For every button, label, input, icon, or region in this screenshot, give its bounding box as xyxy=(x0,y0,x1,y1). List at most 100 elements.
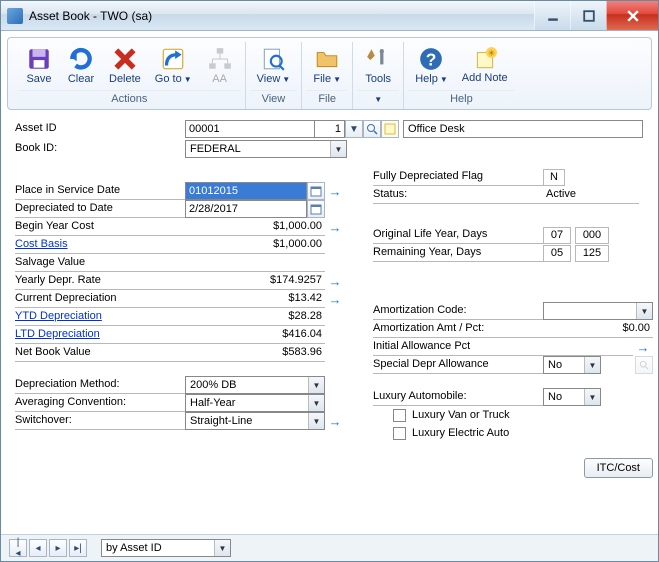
chevron-down-icon: ▼ xyxy=(584,357,600,373)
nav-last[interactable]: ▸| xyxy=(69,539,87,557)
amortization-amt-value[interactable]: $0.00 xyxy=(543,321,653,338)
luxury-auto-label: Luxury Automobile: xyxy=(373,389,543,406)
switchover-expand[interactable]: → xyxy=(325,412,345,430)
switchover-label: Switchover: xyxy=(15,413,185,430)
cost-basis-value: $1,000.00 xyxy=(185,237,325,254)
yearly-depr-rate-expand[interactable]: → xyxy=(325,272,345,290)
close-button[interactable] xyxy=(606,1,658,30)
current-depr-label: Current Depreciation xyxy=(15,291,185,308)
initial-allowance-expand[interactable]: → xyxy=(633,338,653,356)
sort-by-combo[interactable]: by Asset ID ▼ xyxy=(101,539,231,557)
switchover-combo[interactable]: Straight-Line ▼ xyxy=(185,412,325,430)
chevron-down-icon: ▼ xyxy=(330,141,346,157)
depreciated-to-input[interactable] xyxy=(185,200,307,218)
asset-description[interactable] xyxy=(403,120,643,138)
chevron-down-icon: ▼ xyxy=(282,75,290,84)
clear-button[interactable]: Clear xyxy=(60,42,102,88)
titlebar: Asset Book - TWO (sa) xyxy=(1,1,658,31)
salvage-value-label: Salvage Value xyxy=(15,255,185,272)
group-label-help: Help xyxy=(408,90,514,109)
begin-year-cost-expand[interactable]: → xyxy=(325,218,345,236)
help-button[interactable]: ? Help▼ xyxy=(408,42,455,88)
remaining-life-label: Remaining Year, Days xyxy=(373,245,543,262)
delete-button[interactable]: Delete xyxy=(102,42,148,88)
save-button[interactable]: Save xyxy=(18,42,60,88)
folder-icon xyxy=(313,45,341,73)
asset-note-button[interactable] xyxy=(381,120,399,138)
group-label-file: File xyxy=(306,90,348,109)
view-button[interactable]: View▼ xyxy=(250,42,298,88)
delete-icon xyxy=(111,45,139,73)
amortization-code-combo[interactable]: ▼ xyxy=(543,302,653,320)
left-column: Place in Service Date → Depreciated to D… xyxy=(15,168,345,478)
luxury-van-checkbox[interactable] xyxy=(393,409,406,422)
search-icon xyxy=(366,123,378,135)
begin-year-cost-label: Begin Year Cost xyxy=(15,219,185,236)
note-icon xyxy=(384,123,396,135)
chevron-down-icon: ▼ xyxy=(184,75,192,84)
current-depr-expand[interactable]: → xyxy=(325,290,345,308)
amortization-code-label: Amortization Code: xyxy=(373,303,543,320)
asset-book-window: Asset Book - TWO (sa) xyxy=(0,0,659,562)
original-life-days[interactable]: 000 xyxy=(575,227,609,244)
chevron-down-icon: ▼ xyxy=(440,75,448,84)
help-icon: ? xyxy=(417,45,445,73)
svg-text:✳: ✳ xyxy=(488,48,496,58)
book-id-label: Book ID: xyxy=(15,141,185,158)
original-life-year[interactable]: 07 xyxy=(543,227,571,244)
goto-icon xyxy=(159,45,187,73)
view-icon xyxy=(259,45,287,73)
fully-depreciated-value: N xyxy=(543,169,565,186)
asset-id-label: Asset ID xyxy=(15,121,185,138)
depreciated-to-calendar[interactable] xyxy=(307,200,325,218)
remaining-life-year[interactable]: 05 xyxy=(543,245,571,262)
itc-cost-button[interactable]: ITC/Cost xyxy=(584,458,653,478)
chevron-down-icon: ▼ xyxy=(636,303,652,319)
chevron-down-icon: ▼ xyxy=(308,395,324,411)
place-in-service-calendar[interactable] xyxy=(307,182,325,200)
current-depr-value[interactable]: $13.42 xyxy=(185,291,325,308)
cost-basis-link[interactable]: Cost Basis xyxy=(15,237,185,254)
special-depr-combo[interactable]: No ▼ xyxy=(543,356,601,374)
add-note-icon: ✳ xyxy=(471,45,499,73)
place-in-service-input[interactable] xyxy=(185,182,307,200)
depr-method-combo[interactable]: 200% DB ▼ xyxy=(185,376,325,394)
ltd-depr-link[interactable]: LTD Depreciation xyxy=(15,327,185,344)
asset-id-dropdown[interactable]: ▼ xyxy=(345,120,363,138)
luxury-auto-combo[interactable]: No ▼ xyxy=(543,388,601,406)
nav-prev[interactable]: ◂ xyxy=(29,539,47,557)
calendar-icon xyxy=(310,185,322,197)
place-in-service-expand[interactable]: → xyxy=(325,182,345,200)
fully-depreciated-label: Fully Depreciated Flag xyxy=(373,169,543,186)
goto-button[interactable]: Go to▼ xyxy=(148,42,199,88)
yearly-depr-rate-value[interactable]: $174.9257 xyxy=(185,273,325,290)
book-id-combo[interactable]: FEDERAL ▼ xyxy=(185,140,347,158)
asset-id-lookup[interactable] xyxy=(363,120,381,138)
net-book-value-label: Net Book Value xyxy=(15,345,185,362)
file-button[interactable]: File▼ xyxy=(306,42,348,88)
nav-first[interactable]: |◂ xyxy=(9,539,27,557)
original-life-label: Original Life Year, Days xyxy=(373,227,543,244)
depr-method-label: Depreciation Method: xyxy=(15,377,185,394)
depreciated-to-label: Depreciated to Date xyxy=(15,201,185,218)
initial-allowance-value[interactable] xyxy=(543,339,633,356)
nav-next[interactable]: ▸ xyxy=(49,539,67,557)
begin-year-cost-value[interactable]: $1,000.00 xyxy=(185,219,325,236)
status-value: Active xyxy=(543,187,639,204)
add-note-button[interactable]: ✳ Add Note xyxy=(455,42,515,88)
averaging-convention-combo[interactable]: Half-Year ▼ xyxy=(185,394,325,412)
amortization-amt-label: Amortization Amt / Pct: xyxy=(373,321,543,338)
chevron-down-icon[interactable]: ▼ xyxy=(374,95,382,104)
tools-button[interactable]: Tools xyxy=(357,42,399,88)
luxury-electric-checkbox[interactable] xyxy=(393,427,406,440)
asset-suffix-input[interactable] xyxy=(315,120,345,138)
search-icon xyxy=(639,360,649,370)
minimize-button[interactable] xyxy=(534,1,570,30)
maximize-button[interactable] xyxy=(570,1,606,30)
salvage-value[interactable] xyxy=(185,255,325,272)
remaining-life-days[interactable]: 125 xyxy=(575,245,609,262)
save-icon xyxy=(25,45,53,73)
asset-id-input[interactable] xyxy=(185,120,315,138)
ytd-depr-link[interactable]: YTD Depreciation xyxy=(15,309,185,326)
special-depr-label: Special Depr Allowance xyxy=(373,357,543,374)
